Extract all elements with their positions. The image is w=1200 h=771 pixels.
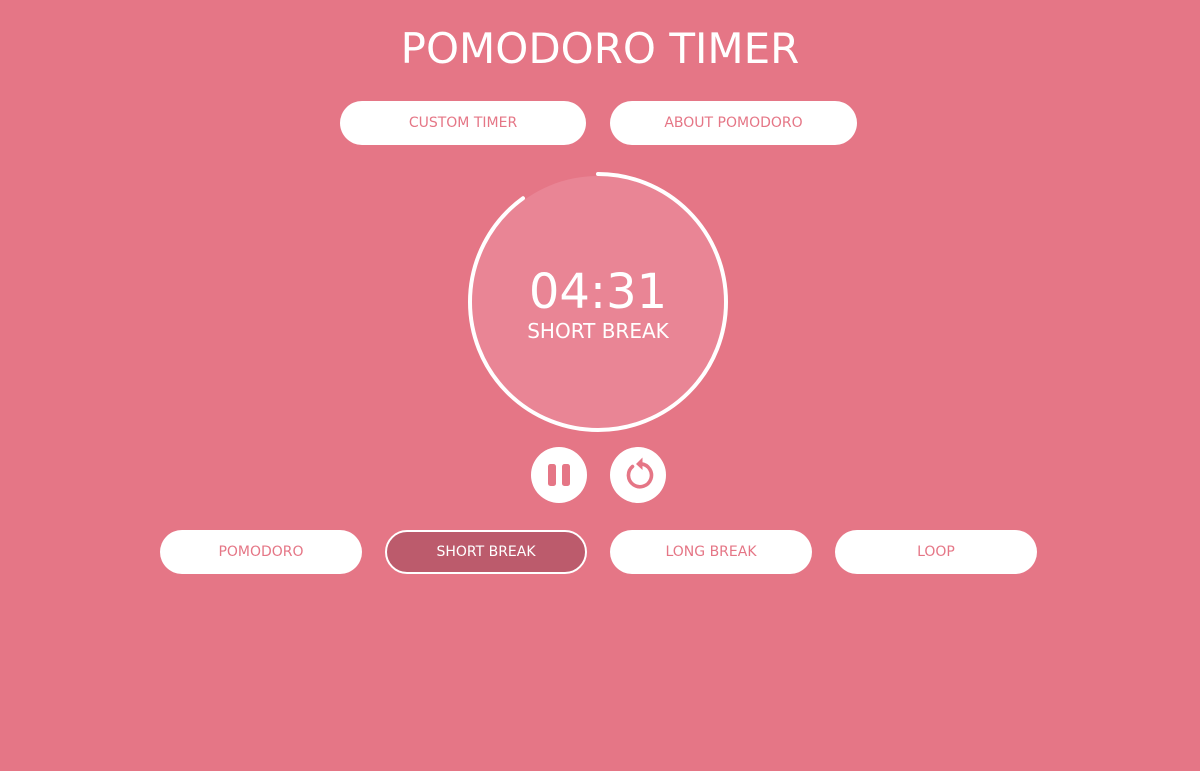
page-title: POMODORO TIMER	[400, 24, 800, 73]
mode-loop-button[interactable]: LOOP	[835, 530, 1037, 574]
mode-pomodoro-button[interactable]: POMODORO	[160, 530, 362, 574]
timer-mode-label: SHORT BREAK	[527, 319, 669, 343]
reset-button[interactable]	[610, 447, 666, 503]
pause-button[interactable]	[531, 447, 587, 503]
timer-display: 04:31	[528, 264, 668, 320]
pause-icon	[548, 464, 570, 486]
mode-short-break-button[interactable]: SHORT BREAK	[385, 530, 587, 574]
about-pomodoro-button[interactable]: ABOUT POMODORO	[610, 101, 857, 145]
mode-long-break-button[interactable]: LONG BREAK	[610, 530, 812, 574]
custom-timer-button[interactable]: CUSTOM TIMER	[340, 101, 586, 145]
reset-icon	[626, 457, 654, 489]
